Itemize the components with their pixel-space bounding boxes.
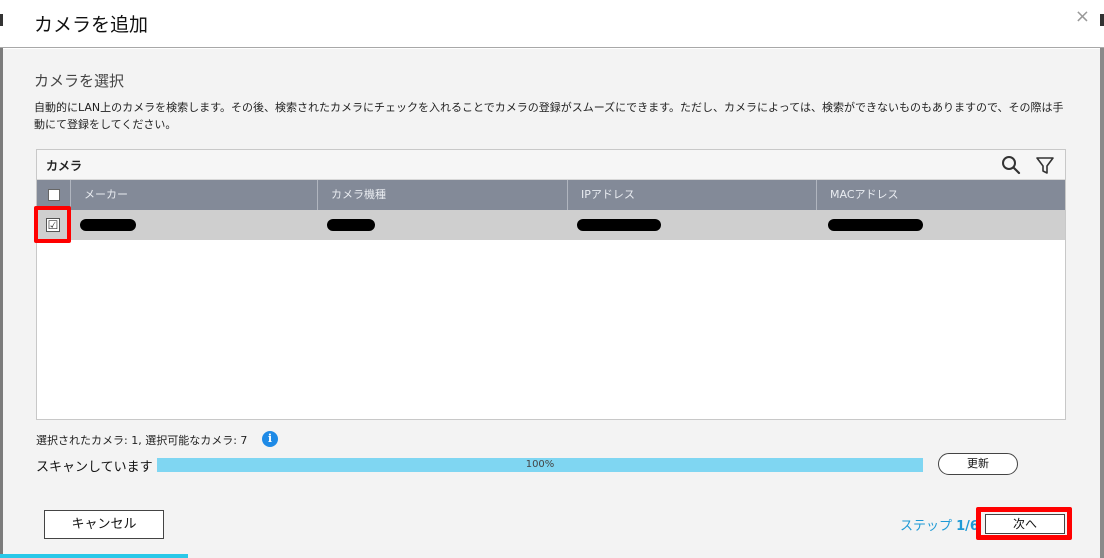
dialog-titlebar — [0, 0, 1104, 48]
window-right-tick — [1100, 14, 1104, 26]
refresh-button[interactable]: 更新 — [938, 453, 1018, 475]
close-icon[interactable]: × — [1075, 6, 1090, 27]
redacted-model — [327, 219, 375, 231]
row-checkbox[interactable]: ☑ — [46, 218, 60, 232]
select-all-checkbox[interactable] — [48, 189, 60, 201]
filter-icon[interactable] — [1034, 154, 1056, 176]
info-icon[interactable]: i — [262, 431, 278, 447]
camera-table: カメラ メーカー カメラ機種 IPアドレス MACアドレス ☑ — [36, 149, 1066, 420]
selected-camera-count: 選択されたカメラ: 1, 選択可能なカメラ: 7 — [36, 434, 248, 447]
section-description: 自動的にLAN上のカメラを検索します。その後、検索されたカメラにチェックを入れる… — [34, 101, 1064, 131]
step-indicator: ステップ 1/6 — [900, 515, 979, 534]
step-number: 1/6 — [956, 519, 979, 534]
scan-progress-text: 100% — [525, 459, 555, 470]
dialog-title: カメラを追加 — [34, 14, 149, 36]
column-header-model[interactable]: カメラ機種 — [317, 180, 567, 210]
next-button[interactable]: 次へ — [985, 514, 1065, 534]
step-prefix: ステップ — [900, 519, 957, 534]
scan-progress-bar: 100% — [157, 458, 923, 472]
column-header-mac[interactable]: MACアドレス — [816, 180, 1067, 210]
scan-status-label: スキャンしています — [36, 460, 153, 475]
column-header-manufacturer[interactable]: メーカー — [70, 180, 317, 210]
search-icon[interactable] — [1000, 154, 1022, 176]
table-header: メーカー カメラ機種 IPアドレス MACアドレス — [37, 180, 1065, 210]
table-caption: カメラ — [46, 159, 83, 173]
table-row[interactable]: ☑ — [37, 210, 1065, 240]
redacted-ip — [577, 219, 661, 231]
redacted-mac — [828, 219, 923, 231]
column-header-ip[interactable]: IPアドレス — [567, 180, 816, 210]
redacted-manufacturer — [80, 219, 136, 231]
window-right-edge — [1100, 0, 1104, 558]
bottom-accent-bar — [0, 554, 188, 558]
cancel-button[interactable]: キャンセル — [44, 510, 164, 539]
table-caption-bar: カメラ — [37, 150, 1065, 180]
section-title: カメラを選択 — [34, 72, 125, 90]
window-left-tick — [0, 14, 3, 26]
